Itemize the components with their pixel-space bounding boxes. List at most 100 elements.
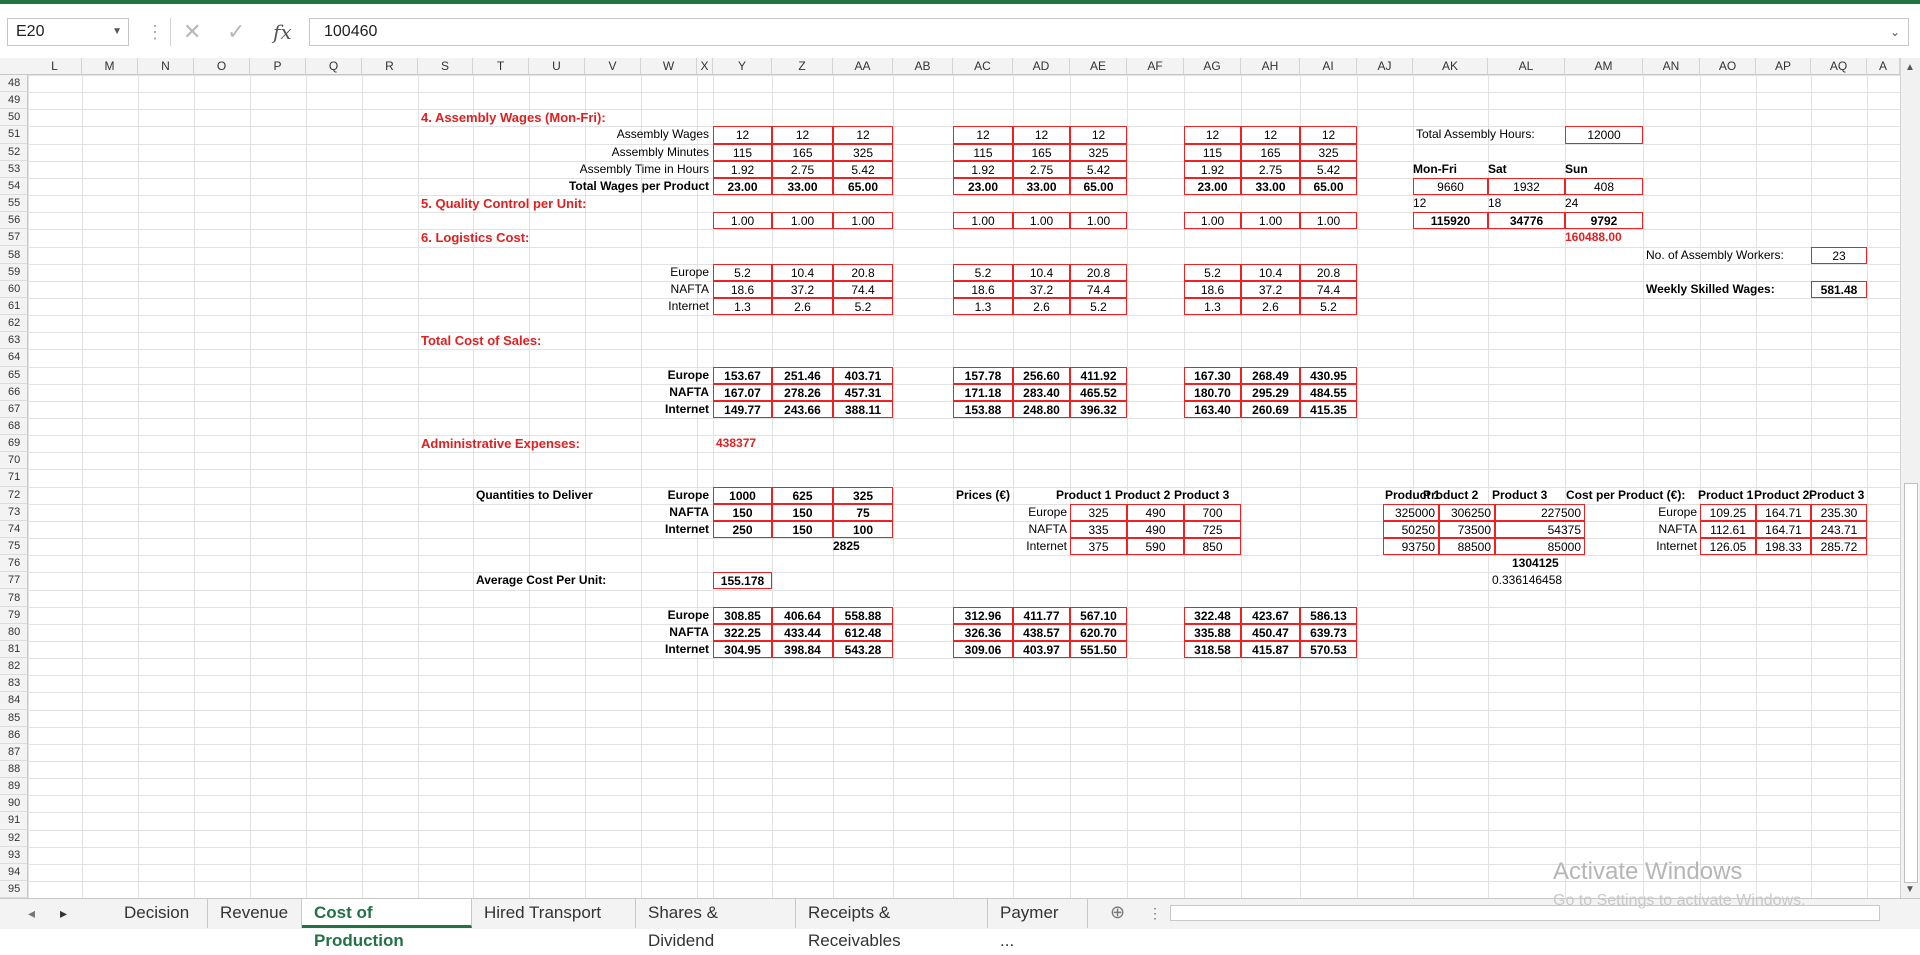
column-header[interactable]: AJ — [1357, 58, 1413, 74]
row-header[interactable]: 55 — [0, 195, 27, 213]
column-header[interactable]: AL — [1488, 58, 1565, 74]
vertical-scrollbar[interactable]: ▲ ▼ — [1900, 58, 1920, 898]
sheet-tab[interactable]: Paymer ... — [988, 899, 1088, 950]
row-header[interactable]: 77 — [0, 572, 27, 590]
row-header[interactable]: 93 — [0, 847, 27, 864]
column-header[interactable]: O — [194, 58, 250, 74]
row-header[interactable]: 70 — [0, 452, 27, 470]
worksheet-grid[interactable]: 4. Assembly Wages (Mon-Fri): 5. Quality C… — [28, 75, 1900, 898]
name-box[interactable]: E20 ▼ — [7, 18, 129, 46]
row-header[interactable]: 73 — [0, 504, 27, 521]
row-header[interactable]: 53 — [0, 161, 27, 178]
column-header[interactable]: AN — [1643, 58, 1700, 74]
row-header[interactable]: 80 — [0, 624, 27, 641]
row-header[interactable]: 66 — [0, 384, 27, 401]
column-header[interactable]: AC — [953, 58, 1013, 74]
column-header[interactable]: L — [28, 58, 82, 74]
row-header[interactable]: 92 — [0, 830, 27, 847]
column-header[interactable]: P — [250, 58, 306, 74]
column-header[interactable]: AH — [1241, 58, 1300, 74]
row-header[interactable]: 86 — [0, 727, 27, 744]
column-header[interactable]: AE — [1070, 58, 1127, 74]
row-header[interactable]: 52 — [0, 144, 27, 161]
row-header[interactable]: 83 — [0, 675, 27, 693]
formula-input[interactable]: 100460 ⌄ — [309, 18, 1909, 46]
row-header[interactable]: 48 — [0, 75, 27, 93]
row-header[interactable]: 64 — [0, 349, 27, 367]
column-header[interactable]: AA — [833, 58, 893, 74]
row-header[interactable]: 72 — [0, 487, 27, 504]
sheet-tab[interactable]: Revenue — [208, 899, 302, 928]
column-header[interactable]: V — [585, 58, 641, 74]
row-header[interactable]: 63 — [0, 332, 27, 350]
row-header[interactable]: 79 — [0, 607, 27, 624]
tab-scroll-left-icon[interactable]: ◂ — [28, 905, 35, 922]
row-header[interactable]: 68 — [0, 418, 27, 436]
row-header[interactable]: 58 — [0, 247, 27, 264]
column-header[interactable]: AQ — [1811, 58, 1867, 74]
column-header[interactable]: Q — [306, 58, 362, 74]
row-header[interactable]: 67 — [0, 401, 27, 418]
sheet-tab[interactable]: Decision — [112, 899, 208, 928]
sheet-tab[interactable]: Receipts & Receivables — [796, 899, 988, 950]
add-sheet-icon[interactable]: ⊕ — [1110, 902, 1125, 923]
insert-function-icon[interactable]: fx — [273, 18, 292, 46]
sheet-tab[interactable]: Cost of Production — [302, 899, 472, 950]
row-header[interactable]: 71 — [0, 469, 27, 487]
column-header[interactable]: AB — [893, 58, 953, 74]
row-header[interactable]: 61 — [0, 298, 27, 316]
column-header[interactable]: Y — [713, 58, 772, 74]
row-header[interactable]: 57 — [0, 229, 27, 247]
scroll-thumb[interactable] — [1904, 483, 1918, 883]
row-header[interactable]: 89 — [0, 778, 27, 796]
enter-check-icon[interactable]: ✓ — [227, 18, 245, 46]
row-header[interactable]: 85 — [0, 710, 27, 727]
row-header[interactable]: 76 — [0, 555, 27, 573]
column-header[interactable]: AI — [1300, 58, 1357, 74]
column-header[interactable]: AP — [1756, 58, 1811, 74]
column-header[interactable]: W — [641, 58, 697, 74]
sheet-tab[interactable]: Hired Transport — [472, 899, 636, 928]
row-header[interactable]: 51 — [0, 126, 27, 144]
row-header[interactable]: 91 — [0, 812, 27, 830]
column-header[interactable]: T — [473, 58, 529, 74]
column-header[interactable]: Z — [772, 58, 833, 74]
row-header[interactable]: 94 — [0, 864, 27, 882]
row-header[interactable]: 78 — [0, 590, 27, 607]
column-header[interactable]: R — [362, 58, 418, 74]
row-header[interactable]: 75 — [0, 538, 27, 556]
column-header[interactable]: S — [418, 58, 473, 74]
row-header[interactable]: 49 — [0, 92, 27, 110]
column-header[interactable]: A — [1867, 58, 1900, 74]
row-header[interactable]: 50 — [0, 109, 27, 127]
row-header[interactable]: 84 — [0, 692, 27, 710]
row-header[interactable]: 88 — [0, 761, 27, 779]
row-header[interactable]: 82 — [0, 658, 27, 676]
tab-scroll-right-icon[interactable]: ▸ — [60, 905, 67, 922]
column-header[interactable]: X — [697, 58, 713, 74]
row-header[interactable]: 62 — [0, 315, 27, 333]
sheet-tab[interactable]: Shares & Dividend — [636, 899, 796, 950]
more-sheets-icon[interactable]: ⋮ — [1148, 905, 1162, 922]
column-header[interactable]: N — [138, 58, 194, 74]
column-header[interactable]: M — [82, 58, 138, 74]
row-header[interactable]: 54 — [0, 178, 27, 196]
row-header[interactable]: 74 — [0, 521, 27, 539]
scroll-up-icon[interactable]: ▲ — [1905, 62, 1915, 73]
expand-formula-icon[interactable]: ⌄ — [1890, 19, 1900, 45]
column-header[interactable]: AM — [1565, 58, 1643, 74]
row-header[interactable]: 69 — [0, 435, 27, 453]
column-header[interactable]: AO — [1700, 58, 1756, 74]
row-header[interactable]: 90 — [0, 795, 27, 813]
row-header[interactable]: 65 — [0, 367, 27, 384]
column-header[interactable]: AF — [1127, 58, 1184, 74]
more-options-icon[interactable]: ⋮ — [146, 22, 164, 43]
scroll-down-icon[interactable]: ▼ — [1905, 884, 1915, 895]
row-header[interactable]: 95 — [0, 881, 27, 899]
chevron-down-icon[interactable]: ▼ — [112, 19, 122, 45]
column-header[interactable]: AG — [1184, 58, 1241, 74]
column-header[interactable]: U — [529, 58, 585, 74]
cancel-icon[interactable]: ✕ — [183, 18, 201, 46]
row-header[interactable]: 59 — [0, 264, 27, 281]
column-header[interactable]: AK — [1413, 58, 1488, 74]
